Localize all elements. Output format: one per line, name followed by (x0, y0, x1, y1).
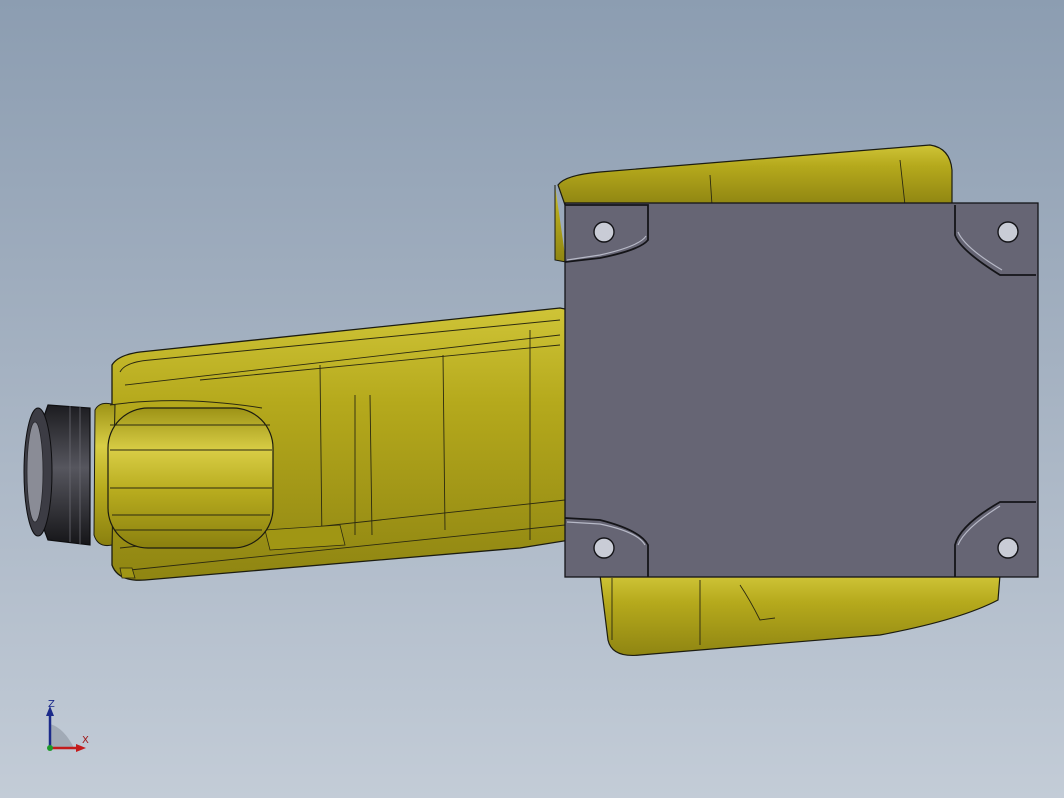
mounting-hole (997, 537, 1019, 559)
mounting-hole (593, 221, 615, 243)
wrist-cylinder (93, 400, 274, 549)
triad-x-label: X (82, 735, 89, 746)
orientation-triad[interactable]: Z X (38, 694, 98, 756)
triad-axes-icon (46, 706, 86, 752)
mounting-plate (564, 202, 1039, 578)
tool-flange (23, 404, 91, 546)
mounting-hole (997, 221, 1019, 243)
triad-z-label: Z (48, 699, 55, 710)
model-view (23, 144, 1039, 657)
graphics-viewport[interactable]: Z X (0, 0, 1064, 798)
mounting-hole (593, 537, 615, 559)
